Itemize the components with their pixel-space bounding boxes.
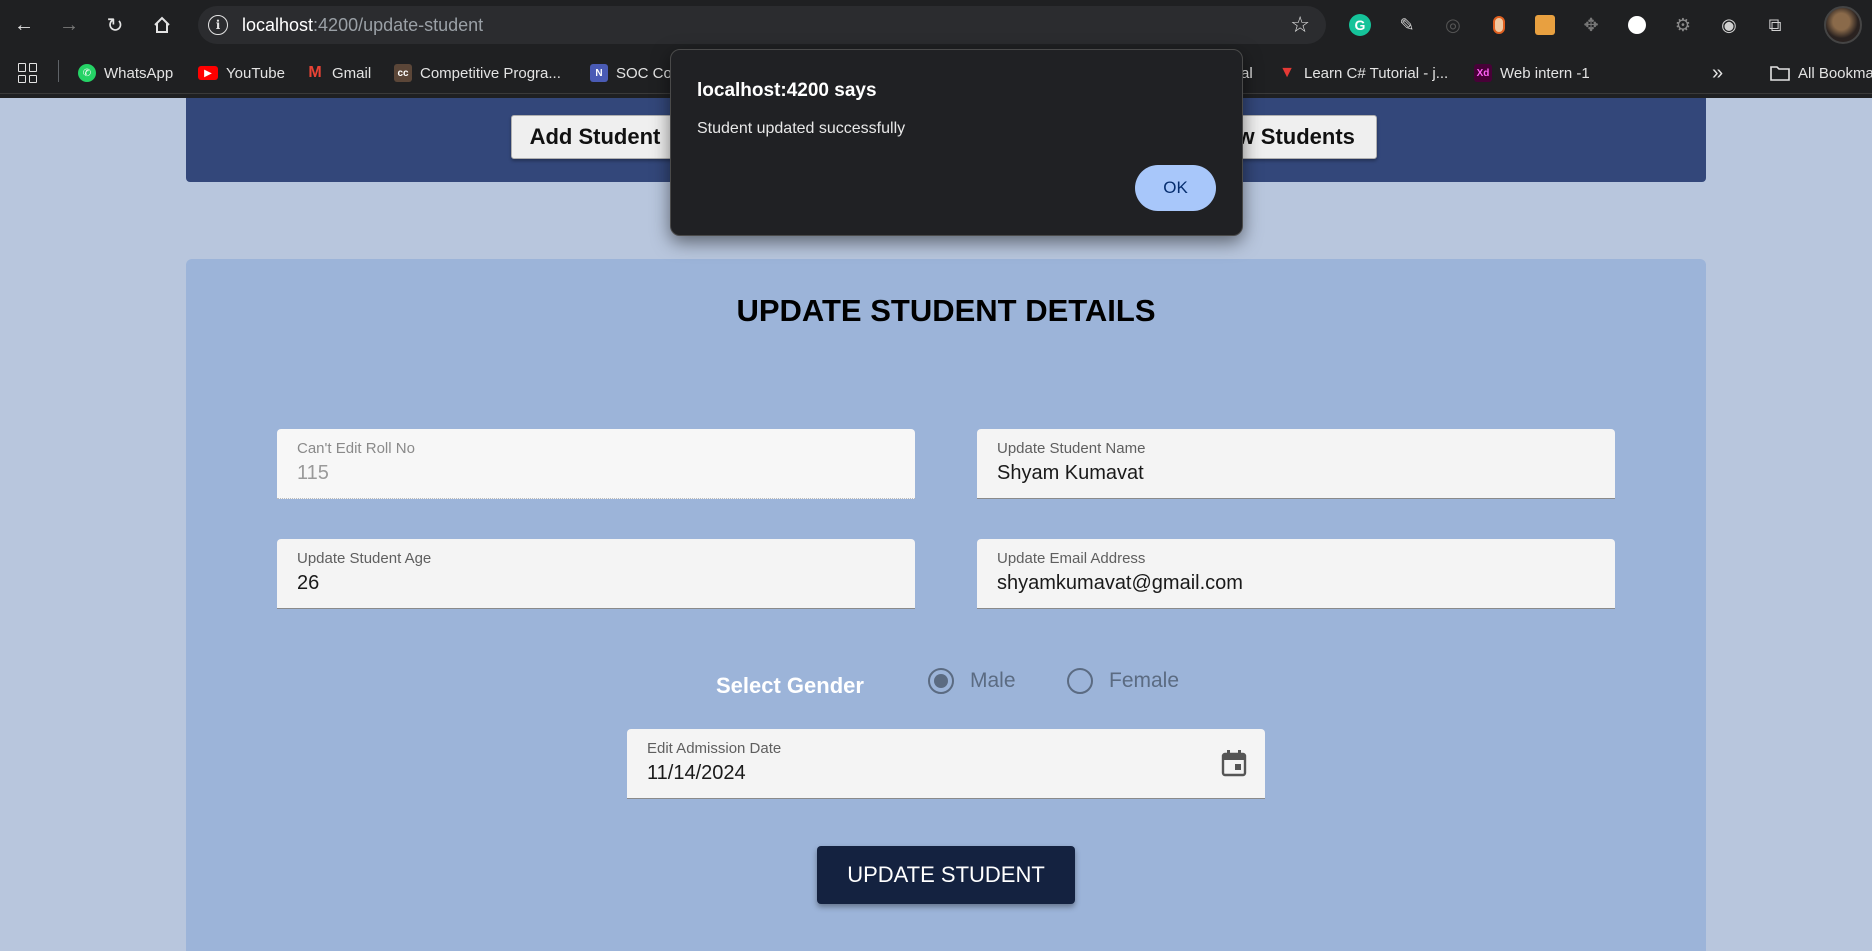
admission-date-label: Edit Admission Date xyxy=(647,740,782,757)
update-student-card: UPDATE STUDENT DETAILS Can't Edit Roll N… xyxy=(186,259,1706,951)
calendar-icon[interactable] xyxy=(1221,749,1247,777)
bookmark-youtube[interactable]: ▶ YouTube xyxy=(198,62,285,84)
gender-option-male: Male xyxy=(970,669,1016,692)
back-icon[interactable]: ← xyxy=(9,10,39,40)
reload-icon[interactable]: ↻ xyxy=(100,10,130,40)
gender-radio-male[interactable]: Male xyxy=(928,668,1016,694)
bookmark-web-intern[interactable]: Xd Web intern -1 xyxy=(1474,62,1590,84)
student-age-field[interactable]: Update Student Age 26 xyxy=(277,539,915,609)
alert-dialog: localhost:4200 says Student updated succ… xyxy=(670,49,1243,236)
more-bookmarks-icon[interactable]: » xyxy=(1712,62,1723,84)
bookmark-whatsapp[interactable]: ✆ WhatsApp xyxy=(78,62,173,84)
home-icon[interactable] xyxy=(147,10,177,40)
admission-date-field[interactable]: Edit Admission Date 11/14/2024 xyxy=(627,729,1265,799)
folder-icon xyxy=(1770,66,1790,81)
forward-icon[interactable]: → xyxy=(54,10,84,40)
extension-icon[interactable]: ◎ xyxy=(1440,12,1466,38)
roll-no-value: 115 xyxy=(297,462,329,484)
gender-radio-female[interactable]: Female xyxy=(1067,668,1179,694)
email-input[interactable]: shyamkumavat@gmail.com xyxy=(997,572,1555,595)
gender-label: Select Gender xyxy=(716,673,864,698)
codechef-icon: cc xyxy=(394,64,412,82)
robot-icon[interactable]: ⚙ xyxy=(1670,12,1696,38)
roll-no-field: Can't Edit Roll No 115 xyxy=(277,429,915,499)
bookmark-star-icon[interactable]: ☆ xyxy=(1290,12,1310,38)
youtube-icon: ▶ xyxy=(198,66,218,80)
xd-icon: Xd xyxy=(1474,64,1492,82)
tutorial-icon: ▼ xyxy=(1279,64,1295,81)
extension-icon[interactable] xyxy=(1532,12,1558,38)
radio-unchecked-icon[interactable] xyxy=(1067,668,1093,694)
add-student-button[interactable]: Add Student xyxy=(511,115,679,159)
gmail-icon: M xyxy=(308,64,322,81)
site-info-icon[interactable]: i xyxy=(208,15,228,35)
bookmark-codechef[interactable]: cc Competitive Progra... xyxy=(394,62,561,84)
apps-grid-icon[interactable] xyxy=(18,63,38,83)
extension-icon[interactable] xyxy=(1624,12,1650,38)
student-name-field[interactable]: Update Student Name Shyam Kumavat xyxy=(977,429,1615,499)
gender-option-female: Female xyxy=(1109,669,1180,692)
dialog-message: Student updated successfully xyxy=(697,120,906,137)
whatsapp-icon: ✆ xyxy=(78,64,96,82)
notion-icon: N xyxy=(590,64,608,82)
student-age-label: Update Student Age xyxy=(297,550,432,567)
dialog-title: localhost:4200 says xyxy=(697,80,877,101)
radio-checked-icon[interactable] xyxy=(928,668,954,694)
roll-no-label: Can't Edit Roll No xyxy=(297,440,415,457)
bookmarks-separator xyxy=(58,60,59,82)
email-field[interactable]: Update Email Address shyamkumavat@gmail.… xyxy=(977,539,1615,609)
profile-avatar[interactable] xyxy=(1824,6,1862,44)
extension-icon[interactable]: ◉ xyxy=(1716,12,1742,38)
bookmark-csharp[interactable]: ▼ Learn C# Tutorial - j... xyxy=(1278,62,1448,84)
extension-icon[interactable]: ✥ xyxy=(1578,12,1604,38)
bookmark-soc[interactable]: N SOC Co xyxy=(590,62,672,84)
grammarly-icon[interactable]: G xyxy=(1347,12,1373,38)
email-label: Update Email Address xyxy=(997,550,1146,567)
bookmark-all[interactable]: All Bookma xyxy=(1770,62,1872,84)
student-age-input[interactable]: 26 xyxy=(297,572,855,595)
student-name-input[interactable]: Shyam Kumavat xyxy=(997,462,1555,485)
browser-toolbar: ← → ↻ i localhost:4200/update-student ☆ … xyxy=(0,0,1872,50)
update-student-button[interactable]: UPDATE STUDENT xyxy=(817,846,1075,904)
page-title: UPDATE STUDENT DETAILS xyxy=(736,293,1156,328)
address-url[interactable]: localhost:4200/update-student xyxy=(242,15,483,36)
eyedropper-icon[interactable]: ✎ xyxy=(1394,12,1420,38)
bookmark-gmail[interactable]: M Gmail xyxy=(306,62,371,84)
puzzle-icon[interactable]: ⧉ xyxy=(1762,12,1788,38)
extension-icon[interactable] xyxy=(1486,12,1512,38)
admission-date-input[interactable]: 11/14/2024 xyxy=(647,762,1205,785)
address-bar[interactable]: i localhost:4200/update-student ☆ xyxy=(198,6,1326,44)
dialog-ok-button[interactable]: OK xyxy=(1135,165,1216,211)
student-name-label: Update Student Name xyxy=(997,440,1146,457)
